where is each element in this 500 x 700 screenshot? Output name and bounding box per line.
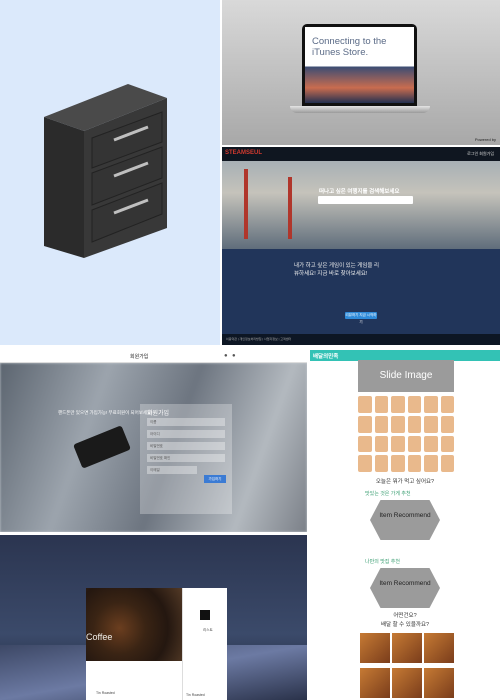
category-item[interactable] xyxy=(440,415,454,433)
form-title: 회원가입 xyxy=(147,411,170,417)
heading-line-1: Connecting to the xyxy=(312,36,387,47)
bridge-tower-left xyxy=(244,169,248,239)
food-row-2 xyxy=(360,668,454,698)
food-photo[interactable] xyxy=(360,633,390,663)
category-item[interactable] xyxy=(440,455,454,472)
travel-site-screenshot: STEAMSEUL 로그인 회원가입 떠나고 싶은 여행지를 검색해보세요 내가… xyxy=(222,147,500,345)
user-icon[interactable]: ● xyxy=(224,353,228,359)
laptop-base xyxy=(290,106,430,113)
site-logo[interactable]: 배달의민족 xyxy=(313,352,338,360)
laptop-mockup: Connecting to the iTunes Store. Powered … xyxy=(222,0,500,145)
cabinet-illustration xyxy=(44,84,167,258)
category-item[interactable] xyxy=(358,455,372,472)
page-title: 회원가입 xyxy=(130,354,149,360)
envelope-icon[interactable] xyxy=(200,610,210,620)
delivery-question: 배달 할 수 있을까요? xyxy=(380,622,430,628)
food-photo[interactable] xyxy=(392,668,422,698)
signup-tagline: 핸드폰만 있으면 가입가능! 무료회원이 되어보세요! xyxy=(58,410,153,415)
food-photo[interactable] xyxy=(424,668,454,698)
list-card[interactable]: 리스트 Tin Roasted xyxy=(182,588,227,700)
email-field[interactable]: 이메일 xyxy=(147,466,197,474)
location-question: 어떤건요? xyxy=(393,613,417,619)
coffee-caption: Coffee xyxy=(86,632,113,642)
hero-question: 떠나고 싶은 여행지를 검색해보세요 xyxy=(319,189,400,195)
signup-page-screenshot: 회원가입 ● ● 핸드폰만 있으면 가입가능! 무료회원이 되어보세요! 회원가… xyxy=(0,350,307,532)
category-item[interactable] xyxy=(391,415,405,433)
card-footer: Tin Roasted xyxy=(86,661,182,700)
promo-text: 내가 하고 싶은 게임이 있는 게임을 리뷰하세요! 지금 바로 찾아보세요! xyxy=(294,263,380,277)
cta-button[interactable]: 리뷰하기 지금 시작하기 xyxy=(345,312,377,324)
category-item[interactable] xyxy=(374,455,388,472)
cards-page-screenshot: Coffee Tin Roasted 리스트 Tin Roasted xyxy=(0,535,307,700)
top-nav: STEAMSEUL 로그인 회원가입 xyxy=(222,147,500,161)
name-field[interactable]: 이름 xyxy=(147,418,225,426)
card-meta-left: Tin Roasted xyxy=(96,691,115,695)
coffee-photo xyxy=(86,588,182,661)
category-item[interactable] xyxy=(424,435,438,453)
cabinet-product-image xyxy=(0,0,220,345)
id-field[interactable]: 아이디 xyxy=(147,430,225,438)
category-grid xyxy=(358,396,454,472)
food-photo[interactable] xyxy=(392,633,422,663)
category-item[interactable] xyxy=(407,396,421,413)
category-item[interactable] xyxy=(374,435,388,453)
slide-banner[interactable]: Slide Image xyxy=(358,360,454,392)
item-recommend-2[interactable]: Item Recommend xyxy=(370,568,440,608)
top-bar: 회원가입 ● ● xyxy=(0,350,307,363)
food-site-screenshot: 배달의민족 Slide Image 오늘은 뭐가 먹고 싶어요? 맛있는 것은 … xyxy=(310,350,500,700)
food-row-1 xyxy=(360,633,454,663)
laptop-display: Connecting to the iTunes Store. xyxy=(305,27,414,103)
food-photo[interactable] xyxy=(424,633,454,663)
food-photo[interactable] xyxy=(360,668,390,698)
item-recommend-1[interactable]: Item Recommend xyxy=(370,500,440,540)
category-item[interactable] xyxy=(424,455,438,472)
question-today: 오늘은 뭐가 먹고 싶어요? xyxy=(375,479,435,485)
category-item[interactable] xyxy=(374,396,388,413)
signup-form: 회원가입 이름 아이디 비밀번호 비밀번호 확인 이메일 가입하기 xyxy=(140,404,232,514)
submit-button[interactable]: 가입하기 xyxy=(204,475,226,483)
category-item[interactable] xyxy=(424,415,438,433)
favorite-question: 나만의 맛집 추천 xyxy=(365,559,400,565)
menu-icon[interactable]: ● xyxy=(232,353,236,359)
site-footer: 이용약관 | 개인정보처리방침 | 사업자정보 | 고객센터 xyxy=(222,334,500,345)
category-item[interactable] xyxy=(374,415,388,433)
category-item[interactable] xyxy=(358,435,372,453)
bridge-tower-right xyxy=(288,177,292,239)
category-item[interactable] xyxy=(407,455,421,472)
category-item[interactable] xyxy=(407,435,421,453)
heading-line-2: iTunes Store. xyxy=(312,47,369,58)
laptop-screen: Connecting to the iTunes Store. xyxy=(302,24,417,106)
category-item[interactable] xyxy=(358,415,372,433)
site-logo[interactable]: STEAMSEUL xyxy=(225,150,262,156)
nav-auth-links[interactable]: 로그인 회원가입 xyxy=(467,151,494,157)
category-item[interactable] xyxy=(407,415,421,433)
password-field[interactable]: 비밀번호 xyxy=(147,442,225,450)
recommend-label: 맛있는 것은 가게 추천 xyxy=(365,491,411,497)
list-card-label: 리스트 xyxy=(203,628,213,632)
hero-search-input[interactable] xyxy=(318,196,413,204)
category-item[interactable] xyxy=(424,396,438,413)
category-item[interactable] xyxy=(391,455,405,472)
connecting-heading: Connecting to the iTunes Store. xyxy=(312,36,386,58)
category-item[interactable] xyxy=(440,435,454,453)
card-meta-right: Tin Roasted xyxy=(186,693,205,697)
category-item[interactable] xyxy=(440,396,454,413)
category-item[interactable] xyxy=(358,396,372,413)
category-item[interactable] xyxy=(391,396,405,413)
password-confirm-field[interactable]: 비밀번호 확인 xyxy=(147,454,225,462)
category-item[interactable] xyxy=(391,435,405,453)
powered-by-text: Powered by xyxy=(474,137,496,142)
